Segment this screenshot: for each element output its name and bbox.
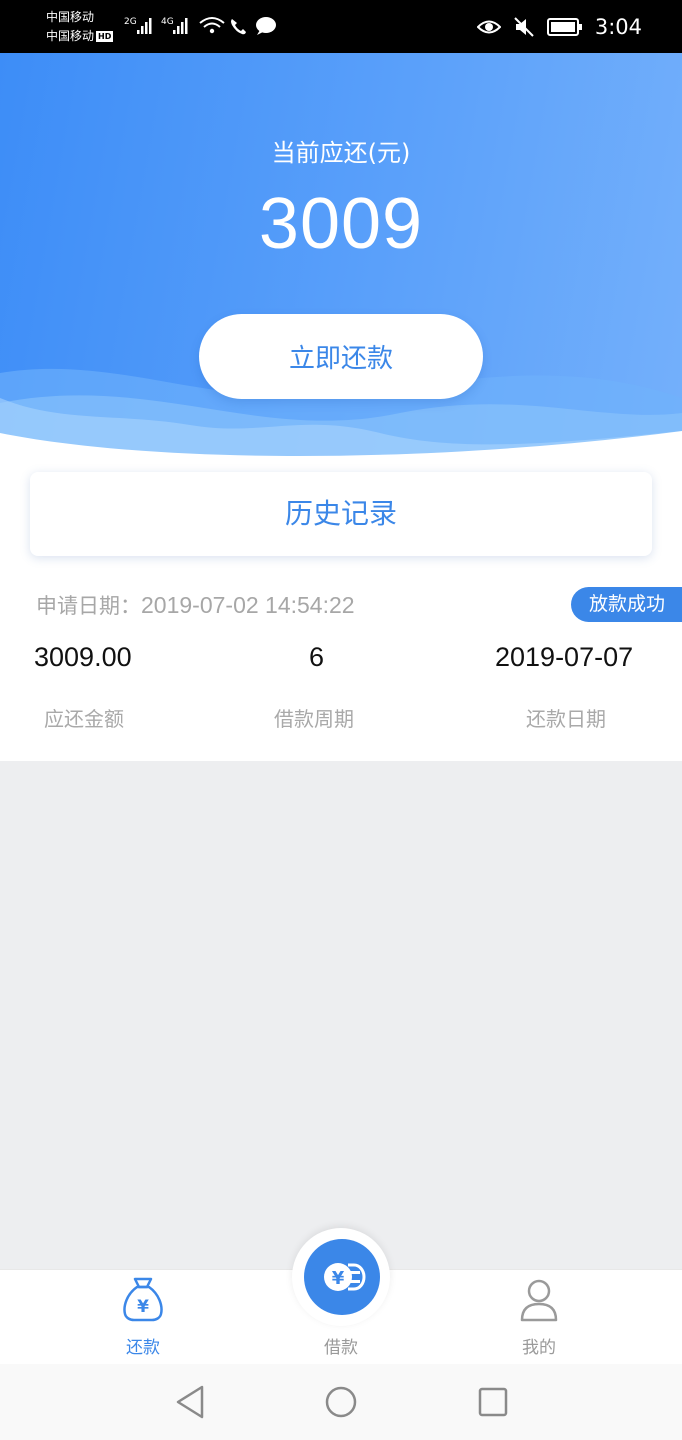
amount-due-stat-label: 应还金额 (44, 707, 124, 731)
apply-date-value: 2019-07-02 14:54:22 (141, 592, 355, 618)
home-icon[interactable] (324, 1385, 358, 1419)
tab-mine-label: 我的 (522, 1338, 556, 1358)
amount-due-value: 3009 (258, 184, 424, 264)
svg-text:¥: ¥ (137, 1297, 149, 1317)
apply-date-label: 申请日期： (36, 594, 141, 618)
status-right: 3:04 (476, 12, 642, 42)
repayment-header: 当前应还(元) 3009 立即还款 (0, 53, 682, 465)
carrier-2: 中国移动 (46, 29, 95, 43)
recents-icon[interactable] (477, 1386, 509, 1418)
mute-icon (514, 17, 534, 37)
signal-icons: 2G 4G (124, 17, 276, 35)
user-icon (520, 1279, 558, 1322)
net-1-label: 2G (124, 17, 137, 27)
system-nav-bar (0, 1364, 682, 1440)
carrier-1: 中国移动 (46, 10, 95, 24)
apply-date-row: 申请日期：2019-07-02 14:54:22 (36, 590, 355, 620)
status-badge: 放款成功 (571, 587, 682, 622)
hd-badge: HD (96, 31, 114, 42)
net-2-label: 4G (161, 17, 174, 27)
tab-borrow-label: 借款 (324, 1338, 358, 1358)
history-records-button[interactable]: 历史记录 (30, 472, 652, 556)
repay-now-button[interactable]: 立即还款 (199, 314, 483, 399)
borrow-center-button[interactable]: ¥ (304, 1239, 380, 1315)
due-date-stat: 2019-07-07 (495, 642, 634, 672)
back-icon[interactable] (174, 1385, 206, 1419)
loan-period-stat: 6 (309, 642, 325, 672)
carrier-info: 中国移动 中国移动 HD (46, 8, 114, 46)
amount-due-stat: 3009.00 (34, 642, 132, 672)
tab-repay[interactable]: ¥ 还款 (73, 1270, 213, 1365)
due-date-stat-label: 还款日期 (526, 707, 606, 731)
status-bar: 中国移动 中国移动 HD 2G 4G 3:04 (0, 0, 682, 53)
yen-coin-icon: ¥ (324, 1263, 366, 1291)
money-bag-icon: ¥ (123, 1277, 163, 1322)
loan-period-stat-label: 借款周期 (274, 707, 354, 731)
svg-text:¥: ¥ (332, 1268, 345, 1289)
amount-due-label: 当前应还(元) (271, 139, 411, 167)
clock: 3:04 (594, 15, 642, 39)
borrow-center-button-ring: ¥ (292, 1228, 390, 1326)
tab-mine[interactable]: 我的 (469, 1270, 609, 1365)
eye-icon (476, 20, 501, 34)
battery-icon (546, 18, 582, 36)
tab-repay-label: 还款 (126, 1338, 160, 1358)
